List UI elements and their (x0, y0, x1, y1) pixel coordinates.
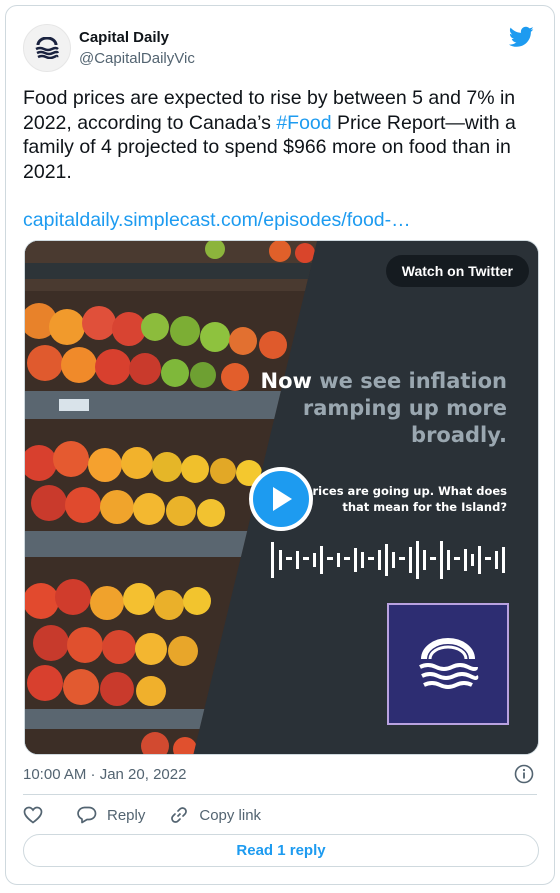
link-icon (171, 807, 188, 823)
author-handle[interactable]: @CapitalDailyVic (79, 50, 195, 67)
info-icon[interactable] (514, 764, 534, 784)
divider (23, 794, 537, 795)
read-replies-button[interactable]: Read 1 reply (23, 834, 539, 867)
tweet-text: Food prices are expected to rise by betw… (23, 86, 539, 184)
capital-daily-logo-icon (419, 638, 479, 689)
tweet-actions: Reply Copy link (23, 803, 285, 827)
play-button[interactable] (249, 467, 313, 531)
tweet-timestamp[interactable]: 10:00 AM · Jan 20, 2022 (23, 766, 186, 783)
hashtag-link[interactable]: #Food (276, 112, 331, 134)
like-button[interactable] (23, 806, 43, 824)
capital-daily-logo (387, 603, 509, 725)
audio-waveform-icon (271, 541, 505, 579)
watch-on-twitter-button[interactable]: Watch on Twitter (385, 255, 529, 287)
video-quote: Now we see inflation ramping up more bro… (247, 368, 507, 449)
tweet-card: Capital Daily @CapitalDailyVic Food pric… (5, 5, 555, 885)
avatar[interactable] (23, 24, 71, 72)
episode-link[interactable]: capitaldaily.simplecast.com/episodes/foo… (23, 209, 411, 232)
video-media[interactable]: Watch on Twitter Now we see inflation ra… (24, 240, 539, 755)
heart-icon (23, 806, 43, 824)
quote-rest: we see inflation ramping up more broadly… (302, 369, 507, 447)
play-icon (273, 487, 292, 511)
reply-bubble-icon (77, 806, 97, 824)
capital-daily-logo-icon (35, 37, 60, 59)
quote-highlight: Now (260, 369, 312, 393)
copy-link-button[interactable]: Copy link (169, 805, 261, 825)
reply-button[interactable]: Reply (77, 806, 145, 824)
reply-label: Reply (107, 806, 146, 824)
twitter-bird-icon[interactable] (509, 26, 534, 48)
copy-link-label: Copy link (199, 806, 262, 824)
author-name[interactable]: Capital Daily (79, 29, 169, 46)
video-subtitle: prices are going up. What does that mean… (304, 484, 507, 514)
